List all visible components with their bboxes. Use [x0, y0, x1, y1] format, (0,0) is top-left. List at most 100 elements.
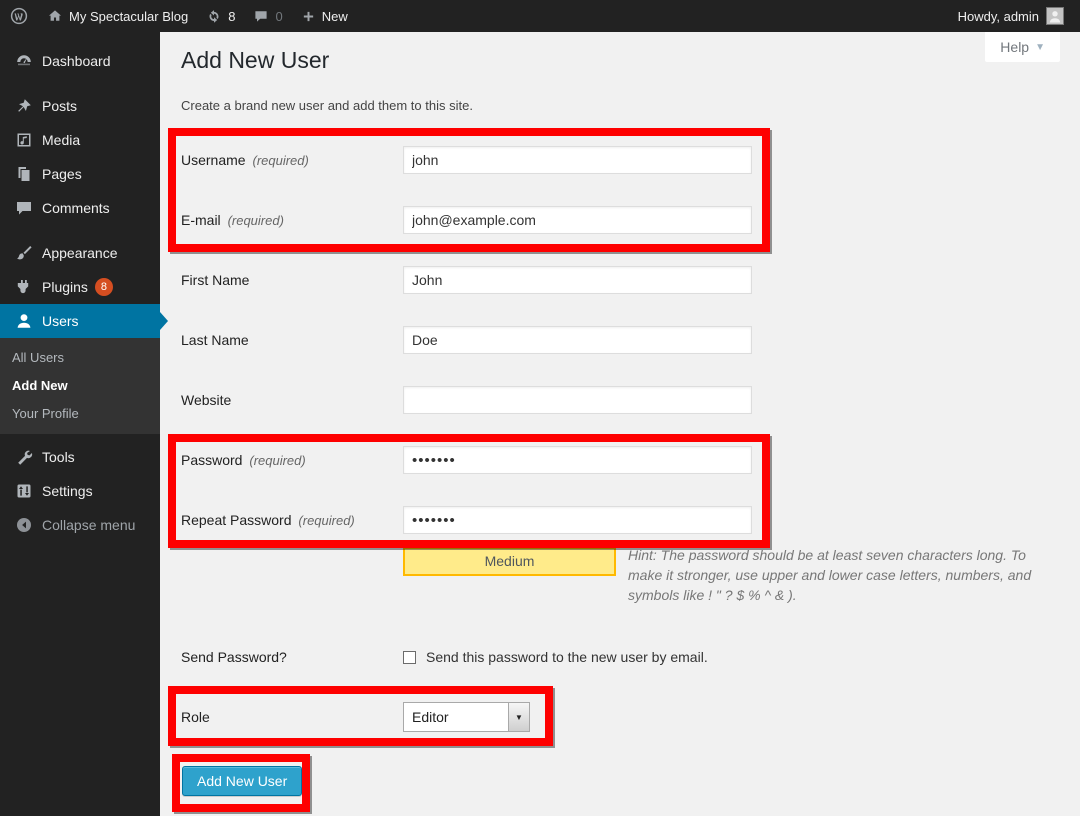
required-note: (required)	[249, 453, 305, 468]
role-selected-value: Editor	[404, 703, 508, 731]
password-input[interactable]	[403, 446, 752, 474]
password-label: Password (required)	[181, 452, 403, 468]
home-icon	[47, 8, 63, 24]
main-content: Help ▼ Add New User Create a brand new u…	[160, 32, 1080, 816]
sidebar-item-dashboard[interactable]: Dashboard	[0, 44, 160, 78]
wp-logo-menu[interactable]	[0, 0, 38, 32]
page-subtitle: Create a brand new user and add them to …	[181, 98, 473, 113]
role-label: Role	[181, 709, 403, 725]
plus-icon	[301, 9, 316, 24]
add-new-user-button[interactable]: Add New User	[182, 766, 302, 796]
email-row: E-mail (required)	[181, 206, 752, 234]
required-note: (required)	[298, 513, 354, 528]
chevron-down-icon: ▼	[1035, 42, 1045, 53]
required-note: (required)	[228, 213, 284, 228]
comment-icon	[253, 8, 269, 24]
dashboard-icon	[14, 51, 34, 71]
sidebar-item-label: Plugins	[42, 279, 88, 295]
avatar	[1046, 7, 1064, 25]
last-name-row: Last Name	[181, 326, 752, 354]
plugin-icon	[14, 277, 34, 297]
username-label: Username (required)	[181, 152, 403, 168]
updates-menu[interactable]: 8	[197, 0, 244, 32]
password-row: Password (required)	[181, 446, 752, 474]
sidebar-item-pages[interactable]: Pages	[0, 157, 160, 191]
send-password-row: Send Password? Send this password to the…	[181, 642, 708, 672]
sidebar-item-label: Users	[42, 313, 79, 329]
first-name-row: First Name	[181, 266, 752, 294]
sidebar-item-comments[interactable]: Comments	[0, 191, 160, 225]
password-hint: Hint: The password should be at least se…	[628, 547, 1031, 603]
sidebar-item-users[interactable]: Users	[0, 304, 160, 338]
howdy-menu[interactable]: Howdy, admin	[950, 0, 1072, 32]
website-row: Website	[181, 386, 752, 414]
sidebar-item-posts[interactable]: Posts	[0, 89, 160, 123]
sidebar-item-label: Settings	[42, 483, 93, 499]
help-button[interactable]: Help ▼	[985, 32, 1060, 62]
site-name: My Spectacular Blog	[69, 9, 188, 24]
first-name-label: First Name	[181, 272, 403, 288]
send-password-checkbox[interactable]	[403, 651, 416, 664]
sidebar-item-media[interactable]: Media	[0, 123, 160, 157]
update-icon	[206, 8, 222, 24]
sidebar-item-label: Pages	[42, 166, 82, 182]
submenu-item-your-profile[interactable]: Your Profile	[0, 400, 160, 428]
sidebar-item-settings[interactable]: Settings	[0, 474, 160, 508]
user-icon	[14, 311, 34, 331]
media-icon	[14, 130, 34, 150]
password-strength-area: Medium Hint: The password should be at l…	[403, 545, 1035, 605]
admin-sidebar: Dashboard Posts Media Pages Comments	[0, 32, 160, 816]
help-label: Help	[1000, 39, 1029, 55]
username-row: Username (required)	[181, 146, 752, 174]
new-label: New	[322, 9, 348, 24]
sidebar-item-label: Tools	[42, 449, 75, 465]
username-input[interactable]	[403, 146, 752, 174]
users-submenu: All Users Add New Your Profile	[0, 338, 160, 434]
comment-count: 0	[275, 9, 282, 24]
role-select[interactable]: Editor ▼	[403, 702, 530, 732]
repeat-password-label: Repeat Password (required)	[181, 512, 403, 528]
first-name-input[interactable]	[403, 266, 752, 294]
sidebar-item-label: Posts	[42, 98, 77, 114]
sidebar-item-label: Comments	[42, 200, 110, 216]
website-label: Website	[181, 392, 403, 408]
role-row: Role Editor ▼	[181, 702, 530, 732]
email-label: E-mail (required)	[181, 212, 403, 228]
sidebar-item-collapse-menu[interactable]: Collapse menu	[0, 508, 160, 542]
sidebar-item-tools[interactable]: Tools	[0, 440, 160, 474]
page-title: Add New User	[181, 46, 329, 75]
last-name-input[interactable]	[403, 326, 752, 354]
new-content-menu[interactable]: New	[292, 0, 357, 32]
submenu-item-all-users[interactable]: All Users	[0, 344, 160, 372]
repeat-password-row: Repeat Password (required)	[181, 506, 752, 534]
sidebar-item-label: Collapse menu	[42, 517, 135, 533]
admin-bar: My Spectacular Blog 8 0 New Howdy, admin	[0, 0, 1080, 32]
submenu-item-add-new[interactable]: Add New	[0, 372, 160, 400]
sidebar-item-plugins[interactable]: Plugins 8	[0, 270, 160, 304]
pages-icon	[14, 164, 34, 184]
collapse-icon	[14, 515, 34, 535]
last-name-label: Last Name	[181, 332, 403, 348]
sidebar-item-label: Media	[42, 132, 80, 148]
paintbrush-icon	[14, 243, 34, 263]
send-password-checkbox-label: Send this password to the new user by em…	[426, 649, 708, 665]
repeat-password-input[interactable]	[403, 506, 752, 534]
password-strength-meter: Medium	[403, 547, 616, 576]
sidebar-item-appearance[interactable]: Appearance	[0, 236, 160, 270]
sidebar-separator	[0, 225, 160, 236]
settings-icon	[14, 481, 34, 501]
email-input[interactable]	[403, 206, 752, 234]
plugins-update-badge: 8	[95, 278, 113, 296]
sidebar-item-label: Dashboard	[42, 53, 111, 69]
required-note: (required)	[252, 153, 308, 168]
sidebar-separator	[0, 78, 160, 89]
website-input[interactable]	[403, 386, 752, 414]
select-arrow-icon: ▼	[508, 703, 529, 731]
wordpress-icon	[9, 6, 29, 26]
wrench-icon	[14, 447, 34, 467]
howdy-text: Howdy, admin	[958, 9, 1039, 24]
comments-menu[interactable]: 0	[244, 0, 291, 32]
update-count: 8	[228, 9, 235, 24]
sidebar-item-label: Appearance	[42, 245, 118, 261]
site-menu[interactable]: My Spectacular Blog	[38, 0, 197, 32]
